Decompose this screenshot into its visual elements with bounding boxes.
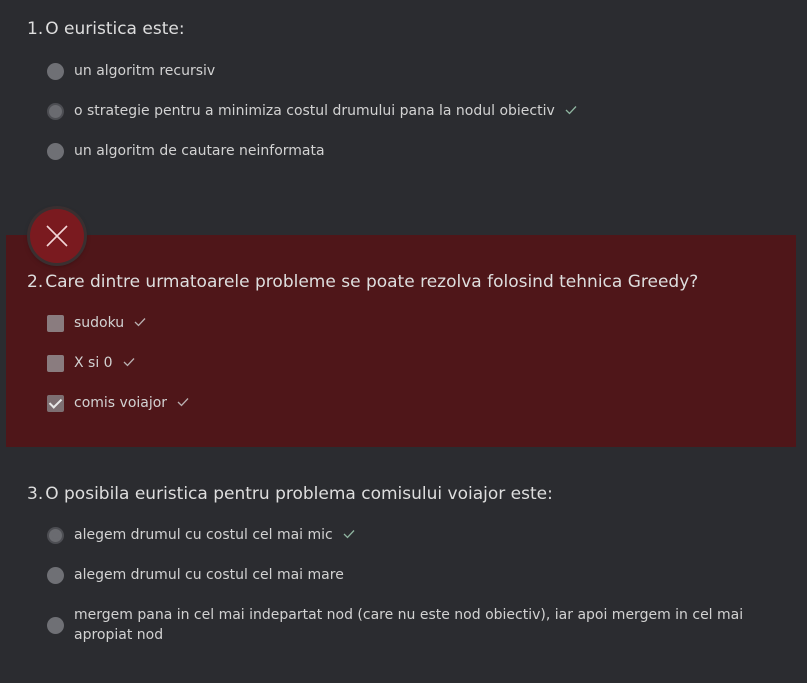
question-3-option-2[interactable]: alegem drumul cu costul cel mai mare [47, 565, 344, 585]
wrong-badge [30, 209, 84, 263]
question-1-text: O euristica este: [45, 19, 185, 39]
question-3-option-1[interactable]: alegem drumul cu costul cel mai mic [47, 525, 355, 545]
question-3-option-3[interactable]: mergem pana in cel mai indepartat nod (c… [47, 605, 747, 645]
question-2-number: 2. [27, 272, 44, 292]
check-icon [134, 317, 146, 328]
radio-button[interactable] [47, 616, 64, 634]
question-3-title: 3. O posibila euristica pentru problema c… [27, 484, 553, 504]
wrong-answer-panel [6, 235, 796, 447]
option-label: mergem pana in cel mai indepartat nod (c… [74, 607, 744, 643]
check-icon [123, 357, 135, 368]
checkbox-checked[interactable] [47, 394, 64, 412]
radio-button[interactable] [47, 62, 64, 80]
question-1-option-1[interactable]: un algoritm recursiv [47, 61, 215, 81]
question-1-title: 1. O euristica este: [27, 19, 185, 39]
check-icon [177, 397, 189, 408]
option-label: un algoritm recursiv [74, 63, 216, 79]
option-label: un algoritm de cautare neinformata [74, 143, 325, 159]
option-label: o strategie pentru a minimiza costul dru… [74, 103, 555, 119]
option-label: sudoku [74, 315, 125, 331]
radio-button-selected[interactable] [47, 102, 64, 120]
option-label: alegem drumul cu costul cel mai mic [74, 527, 333, 543]
check-icon [565, 105, 577, 116]
question-3-number: 3. [27, 484, 44, 504]
question-2-text: Care dintre urmatoarele probleme se poat… [45, 272, 699, 292]
question-1-option-3[interactable]: un algoritm de cautare neinformata [47, 141, 325, 161]
close-icon [46, 225, 68, 247]
radio-button-selected[interactable] [47, 526, 64, 544]
radio-button[interactable] [47, 142, 64, 160]
checkbox[interactable] [47, 354, 64, 372]
radio-button[interactable] [47, 566, 64, 584]
check-icon [343, 529, 355, 540]
option-label: X si 0 [74, 355, 113, 371]
option-label: alegem drumul cu costul cel mai mare [74, 567, 344, 583]
question-1-number: 1. [27, 19, 44, 39]
question-2-option-2[interactable]: X si 0 [47, 353, 135, 373]
question-3-text: O posibila euristica pentru problema com… [45, 484, 553, 504]
question-2-option-1[interactable]: sudoku [47, 313, 146, 333]
question-1-option-2[interactable]: o strategie pentru a minimiza costul dru… [47, 101, 577, 121]
question-2-option-3[interactable]: comis voiajor [47, 393, 189, 413]
question-2-title: 2. Care dintre urmatoarele probleme se po… [27, 272, 698, 292]
checkbox[interactable] [47, 314, 64, 332]
option-label: comis voiajor [74, 395, 168, 411]
